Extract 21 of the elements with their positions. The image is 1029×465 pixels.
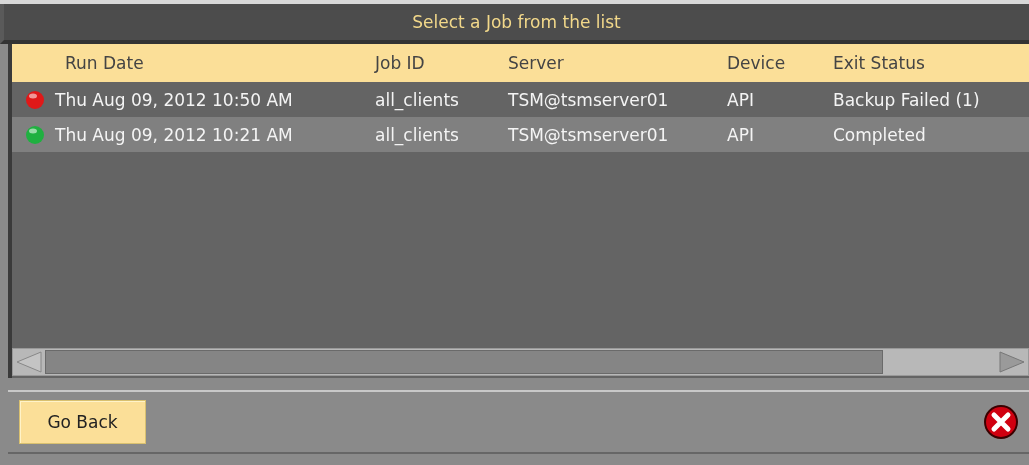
table-cell-text: Thu Aug 09, 2012 10:21 AM [55, 124, 294, 145]
table-cell-text: Backup Failed (1) [833, 89, 981, 110]
column-header[interactable]: Server [508, 53, 727, 73]
close-icon[interactable] [983, 404, 1019, 440]
column-header[interactable]: Job ID [375, 53, 508, 73]
table-cell-text: Thu Aug 09, 2012 10:50 AM [55, 89, 294, 110]
scrollbar-thumb[interactable] [45, 350, 883, 374]
go-back-button[interactable]: Go Back [19, 400, 146, 444]
window-title: Select a Job from the list [412, 12, 621, 32]
table-row[interactable]: Thu Aug 09, 2012 10:21 AM all_clients TSM@tsmserver01 API Completed [12, 117, 1029, 152]
table-cell-text: TSM@tsmserver01 [508, 89, 670, 110]
column-header[interactable]: Device [727, 53, 833, 73]
table-cell-text: TSM@tsmserver01 [508, 124, 670, 145]
column-header[interactable]: Exit Status [833, 53, 1029, 73]
table-cell-text: all_clients [375, 89, 460, 110]
table-cell-text: API [727, 89, 755, 110]
column-header[interactable]: Run Date [55, 53, 375, 73]
table-cell-text: all_clients [375, 124, 460, 145]
table-cell-text: Completed [833, 124, 927, 145]
table-cell-text: API [727, 124, 755, 145]
horizontal-scrollbar[interactable] [12, 348, 1029, 376]
